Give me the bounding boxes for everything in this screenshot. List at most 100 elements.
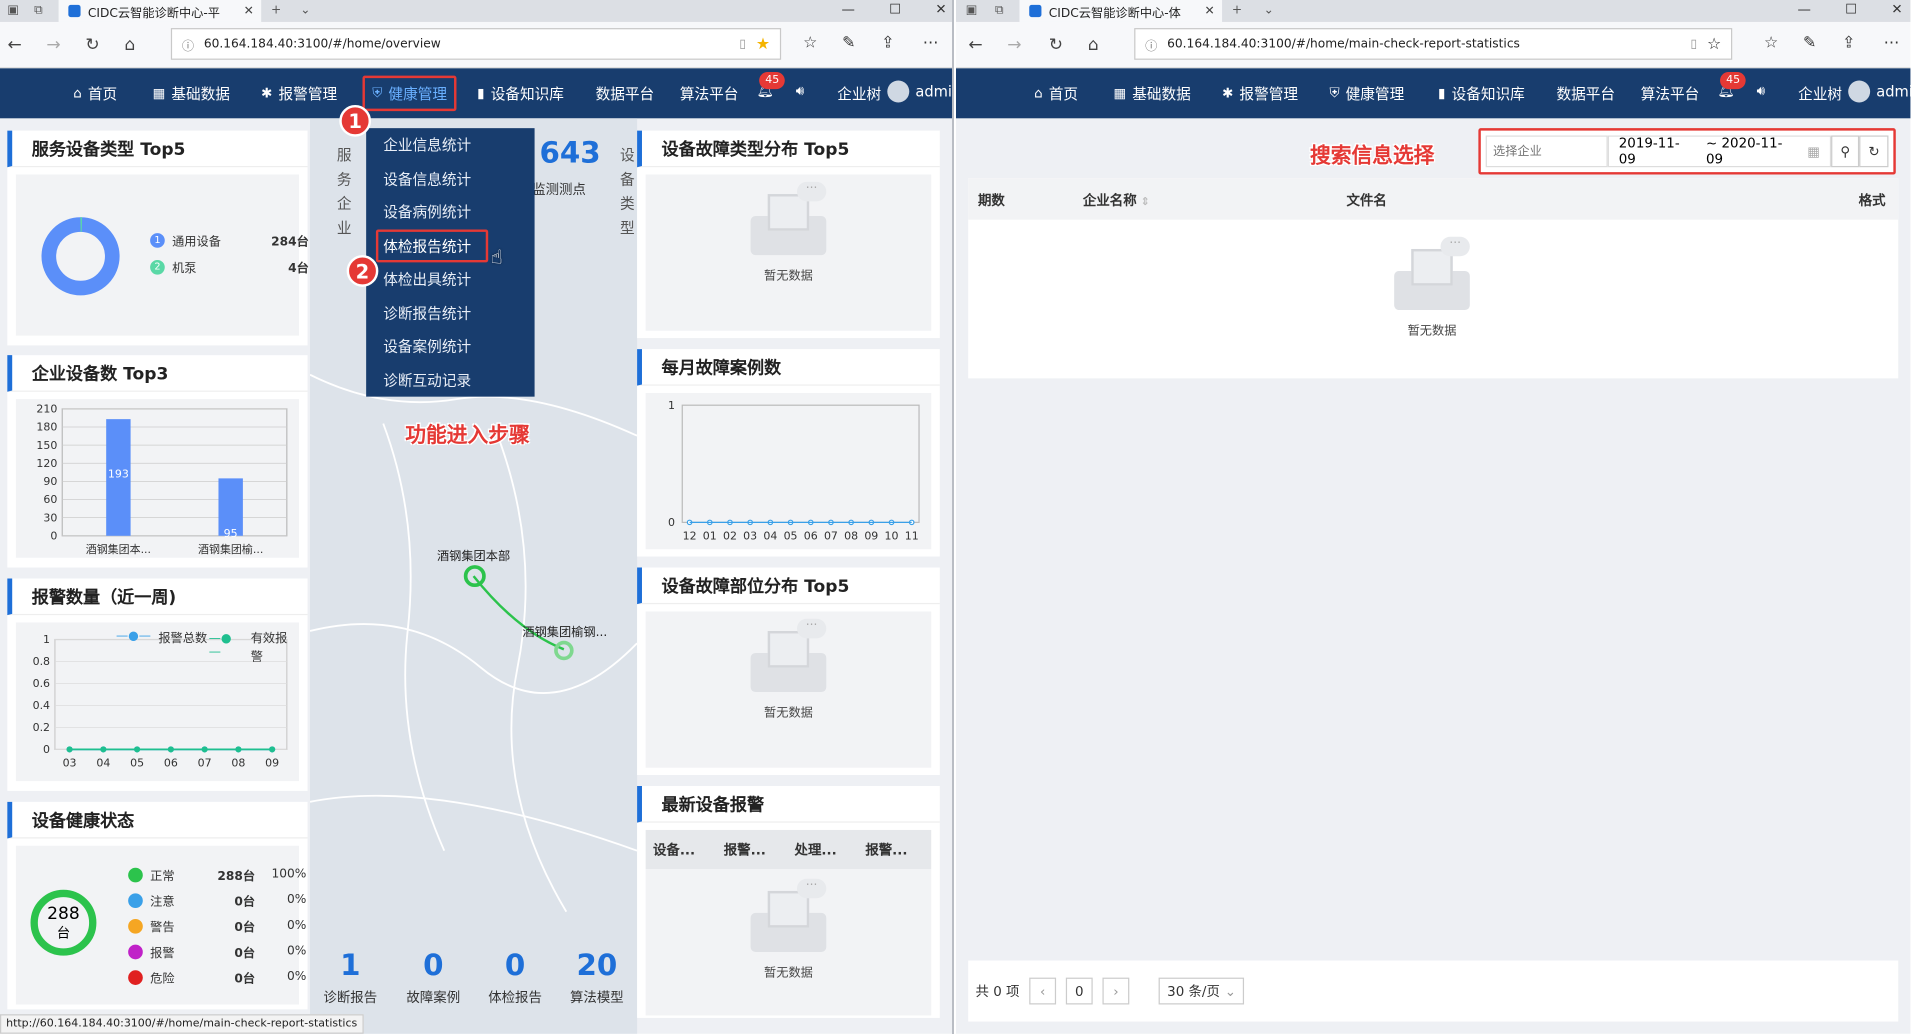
y-tick-label: 120 (36, 457, 57, 470)
nav-basic-data[interactable]: ▦ 基础数据 (1113, 83, 1190, 104)
page-size-select[interactable]: 30 条/页 ⌄ (1158, 977, 1245, 1005)
home-icon[interactable]: ⌂ (124, 35, 135, 55)
nav-algo-platform[interactable]: 算法平台 (1641, 83, 1700, 104)
close-window-icon[interactable]: ✕ (935, 1, 946, 17)
legend-item: 2 机泵 4台 (150, 258, 309, 276)
maximize-icon[interactable]: ☐ (1845, 1, 1857, 17)
nav-knowledge[interactable]: ▮ 设备知识库 (477, 83, 564, 104)
menu-item[interactable]: 设备信息统计 (366, 162, 534, 196)
browser-tab[interactable]: CIDC云智能诊断中心-体 ✕ (1019, 0, 1223, 22)
nav-home[interactable]: ⌂ 首页 (1034, 83, 1078, 104)
speaker-icon[interactable]: 🔊︎ (796, 83, 804, 100)
status-bar-url: http://60.164.184.40:3100/#/home/main-ch… (0, 1014, 364, 1034)
col-period[interactable]: 期数 (978, 190, 1005, 210)
tab-list-icon[interactable]: ⌄ (1264, 4, 1274, 17)
url-bar[interactable]: ⓘ 60.164.184.40:3100/#/home/overview ▯ ★ (170, 28, 782, 60)
nav-data-platform[interactable]: 数据平台 (1556, 83, 1615, 104)
legend-valid: —●— 有效报警 (208, 632, 288, 664)
close-window-icon[interactable]: ✕ (1891, 1, 1902, 17)
new-tab-icon[interactable]: + (1232, 4, 1242, 17)
speaker-icon[interactable]: 🔊︎ (1757, 83, 1765, 100)
favorite-star-icon[interactable]: ★ (756, 35, 770, 53)
monthly-line-chart: 0112 01 02 03 04 05 06 07 08 09 10 11 (668, 399, 920, 542)
shield-icon: ⛨ (372, 84, 383, 101)
close-tab-icon[interactable]: ✕ (1205, 4, 1215, 17)
more-icon[interactable]: ⋯ (923, 34, 939, 52)
tab-actions-icon[interactable]: ▣ (7, 4, 19, 17)
alarm-icon: ✱ (261, 85, 273, 102)
nav-data-platform[interactable]: 数据平台 (596, 83, 655, 104)
share-icon[interactable]: ⇪ (881, 34, 894, 52)
user-menu[interactable]: admin (887, 80, 952, 103)
search-bar: 2019-11-09~ 2020-11-09▦ ⚲ ↻ (1478, 128, 1896, 175)
nav-health[interactable]: ⛨ 健康管理 (1329, 83, 1404, 104)
reading-view-icon[interactable]: ▯ (739, 37, 746, 50)
home-icon[interactable]: ⌂ (1088, 35, 1099, 55)
forward-icon[interactable]: → (46, 35, 60, 55)
page-input[interactable]: 0 (1065, 977, 1093, 1005)
tab-actions-icon[interactable]: ▣ (966, 4, 978, 17)
nav-alarm[interactable]: ✱ 报警管理 (261, 83, 337, 104)
x-tick-label: 03 (63, 756, 77, 769)
menu-item[interactable]: 诊断互动记录 (366, 363, 534, 397)
menu-item[interactable]: 体检出具统计 (366, 262, 534, 296)
minimize-icon[interactable]: — (842, 1, 855, 17)
panel-title: 设备健康状态 (7, 801, 308, 839)
menu-item[interactable]: 企业信息统计 (366, 128, 534, 162)
refresh-icon[interactable]: ↻ (85, 35, 99, 55)
user-menu[interactable]: admin (1848, 80, 1914, 103)
reading-view-icon[interactable]: ▯ (1691, 37, 1698, 50)
nav-enterprise-tree[interactable]: 企业树 (1798, 83, 1842, 104)
shield-icon: ⛨ (1329, 84, 1340, 101)
share-icon[interactable]: ⇪ (1842, 34, 1855, 52)
menu-item[interactable]: 诊断报告统计 (366, 296, 534, 330)
back-icon[interactable]: ← (7, 35, 21, 55)
pen-icon[interactable]: ✎ (842, 34, 855, 52)
search-button[interactable]: ⚲ (1830, 135, 1860, 168)
back-icon[interactable]: ← (968, 35, 982, 55)
nav-algo-platform[interactable]: 算法平台 (680, 83, 739, 104)
pen-icon[interactable]: ✎ (1803, 34, 1816, 52)
nav-knowledge[interactable]: ▮ 设备知识库 (1438, 83, 1525, 104)
new-tab-icon[interactable]: + (271, 4, 281, 17)
url-bar[interactable]: ⓘ 60.164.184.40:3100/#/home/main-check-r… (1134, 28, 1733, 60)
forward-icon[interactable]: → (1007, 35, 1021, 55)
refresh-icon[interactable]: ↻ (1049, 35, 1063, 55)
favorite-star-icon[interactable]: ☆ (1707, 35, 1721, 53)
favorites-icon[interactable]: ☆ (803, 34, 817, 52)
back-tabs-icon[interactable]: ⧉ (34, 4, 43, 17)
date-range-picker[interactable]: 2019-11-09 ~ 2020-11-09 ▦ (1607, 135, 1831, 168)
x-tick-label: 08 (844, 529, 858, 542)
col-format[interactable]: 格式 (1859, 190, 1886, 210)
nav-health[interactable]: ⛨ 健康管理 (362, 75, 457, 112)
menu-item-check-report[interactable]: 体检报告统计 (375, 228, 489, 263)
nav-enterprise-tree[interactable]: 企业树 (837, 83, 881, 104)
prev-page-button[interactable]: ‹ (1029, 977, 1057, 1005)
status-percent: 0% (286, 893, 307, 907)
col-filename[interactable]: 文件名 (1347, 190, 1387, 210)
next-page-button[interactable]: › (1102, 977, 1130, 1005)
back-tabs-icon[interactable]: ⧉ (995, 4, 1004, 17)
search-icon: ⚲ (1840, 143, 1851, 160)
x-tick-label: 12 (683, 529, 697, 542)
browser-tab[interactable]: CIDC云智能诊断中心-平 ✕ (58, 0, 262, 22)
status-count: 0台 (234, 895, 256, 910)
map-marker[interactable] (554, 640, 574, 661)
col-enterprise[interactable]: 企业名称 ⇕ (1083, 190, 1150, 210)
nav-home[interactable]: ⌂ 首页 (73, 83, 117, 104)
enterprise-select[interactable] (1485, 135, 1608, 168)
nav-alarm[interactable]: ✱ 报警管理 (1222, 83, 1298, 104)
map-place-label: 酒钢集团本部 (436, 550, 511, 564)
tab-list-icon[interactable]: ⌄ (300, 4, 310, 17)
nav-basic-data[interactable]: ▦ 基础数据 (153, 83, 230, 104)
reset-button[interactable]: ↻ (1859, 135, 1889, 168)
menu-item[interactable]: 设备病例统计 (366, 195, 534, 229)
minimize-icon[interactable]: — (1798, 1, 1811, 17)
tab-title: CIDC云智能诊断中心-平 (87, 6, 220, 21)
maximize-icon[interactable]: ☐ (889, 1, 901, 17)
map-marker[interactable] (463, 565, 486, 588)
close-tab-icon[interactable]: ✕ (244, 4, 254, 17)
favorites-icon[interactable]: ☆ (1764, 34, 1778, 52)
menu-item[interactable]: 设备案例统计 (366, 330, 534, 364)
more-icon[interactable]: ⋯ (1884, 34, 1900, 52)
